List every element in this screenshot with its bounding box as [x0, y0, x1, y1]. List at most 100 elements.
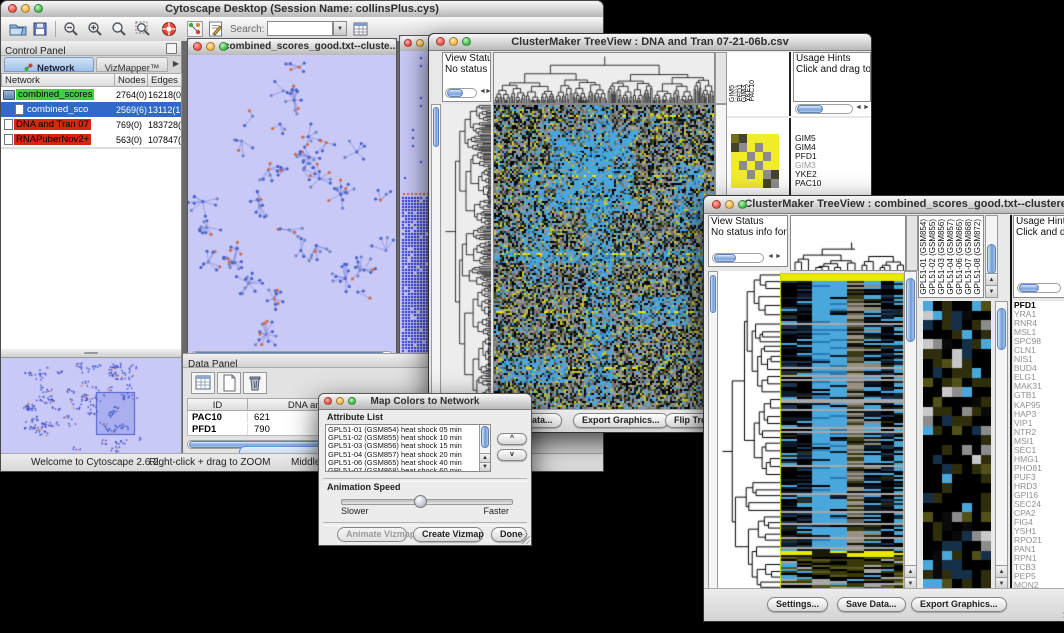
tv2-zoom-scrollbar[interactable]: ▲ ▼	[995, 301, 1008, 590]
treeview1-title-bar[interactable]: ClusterMaker TreeView : DNA and Tran 07-…	[429, 34, 871, 51]
matrix-cell[interactable]	[763, 170, 771, 179]
matrix-cell[interactable]	[731, 179, 739, 188]
data-col-id[interactable]: ID	[187, 398, 248, 411]
network-tool-icon[interactable]	[187, 21, 203, 37]
matrix-cell[interactable]	[739, 161, 747, 170]
close-button[interactable]	[324, 397, 332, 405]
help-icon[interactable]	[161, 21, 177, 37]
zoom-button[interactable]	[34, 4, 43, 13]
minimize-button[interactable]	[449, 37, 458, 46]
table-tool-icon[interactable]	[353, 21, 369, 37]
minimize-button[interactable]	[336, 397, 344, 405]
dialog-title-bar[interactable]: Map Colors to Network	[319, 394, 531, 410]
matrix-cell[interactable]	[747, 134, 755, 143]
scroll-right-icon[interactable]: ►	[775, 251, 782, 263]
matrix-cell[interactable]	[763, 152, 771, 161]
close-button[interactable]	[404, 39, 412, 47]
scroll-left-icon[interactable]: ◄	[767, 251, 774, 263]
tv2-heatmap-scrollbar[interactable]: ▲ ▼	[904, 271, 917, 590]
matrix-cell[interactable]	[755, 152, 763, 161]
zoom-button[interactable]	[462, 37, 471, 46]
close-button[interactable]	[436, 37, 445, 46]
minimize-button[interactable]	[206, 42, 215, 51]
tab-network[interactable]: Network	[4, 57, 94, 72]
usage-h-scrollbar[interactable]	[1017, 283, 1061, 293]
scroll-down-icon[interactable]: ▼	[480, 462, 490, 471]
network-tree-row[interactable]: combined_scores2764(0)16218(0)	[1, 87, 181, 102]
panel-splitter[interactable]	[1, 349, 181, 358]
minimize-button[interactable]	[416, 39, 424, 47]
v-scrollbar-thumb[interactable]	[987, 244, 996, 274]
zoom-button[interactable]	[738, 200, 747, 209]
v-scrollbar-thumb[interactable]	[481, 426, 489, 448]
open-file-icon[interactable]	[9, 22, 27, 36]
matrix-cell[interactable]	[771, 152, 779, 161]
search-dropdown-button[interactable]: ▼	[333, 21, 347, 36]
matrix-cell[interactable]	[755, 170, 763, 179]
tv2-left-scrollbar[interactable]	[708, 271, 718, 590]
h-scrollbar-thumb[interactable]	[797, 105, 823, 113]
close-button[interactable]	[193, 42, 202, 51]
zoom-button[interactable]	[219, 42, 228, 51]
matrix-cell[interactable]	[771, 143, 779, 152]
network-view-title-bar[interactable]: combined_scores_good.txt--cluste...	[188, 39, 396, 56]
network-tree-row[interactable]: combined_sco2569(6)13112(15)	[1, 102, 181, 117]
matrix-cell[interactable]	[771, 134, 779, 143]
scroll-up-icon[interactable]: ▲	[480, 453, 490, 462]
v-scrollbar-thumb[interactable]	[433, 107, 439, 147]
zoom-selected-icon[interactable]	[135, 21, 151, 37]
matrix-cell[interactable]	[755, 179, 763, 188]
usage-h-scrollbar[interactable]	[795, 104, 853, 114]
col-header-nodes[interactable]: Nodes	[114, 73, 148, 87]
attribute-listbox[interactable]: GPL51-01 (GSM854) heat shock 05 minGPL51…	[325, 424, 491, 472]
scroll-right-icon[interactable]: ►	[485, 86, 491, 98]
matrix-cell[interactable]	[771, 161, 779, 170]
h-scrollbar-thumb[interactable]	[1019, 284, 1039, 292]
matrix-cell[interactable]	[763, 143, 771, 152]
attribute-list-scrollbar[interactable]: ▲ ▼	[479, 425, 490, 471]
matrix-cell[interactable]	[747, 152, 755, 161]
matrix-cell[interactable]	[747, 143, 755, 152]
row-dendrogram-canvas[interactable]	[718, 271, 780, 589]
row-dendrogram-canvas[interactable]	[442, 104, 491, 411]
v-scrollbar-thumb[interactable]	[906, 278, 915, 342]
matrix-cell[interactable]	[771, 170, 779, 179]
scroll-up-icon[interactable]: ▲	[905, 565, 916, 577]
new-attribute-icon[interactable]	[217, 372, 241, 394]
annotation-tool-icon[interactable]	[208, 21, 224, 37]
save-data-button[interactable]: Save Data...	[837, 597, 906, 612]
matrix-cell[interactable]	[747, 179, 755, 188]
matrix-cell[interactable]	[763, 134, 771, 143]
birdseye-view-canvas[interactable]	[1, 358, 181, 456]
col-header-network[interactable]: Network	[1, 73, 115, 87]
matrix-cell[interactable]	[755, 143, 763, 152]
main-heatmap-canvas[interactable]	[493, 104, 715, 413]
pane-divider[interactable]	[1010, 215, 1012, 590]
matrix-cell[interactable]	[739, 143, 747, 152]
matrix-cell[interactable]	[747, 170, 755, 179]
create-vizmap-button[interactable]: Create Vizmap	[413, 527, 483, 542]
animation-speed-slider[interactable]	[341, 499, 513, 505]
search-input[interactable]	[267, 21, 333, 36]
close-button[interactable]	[8, 4, 17, 13]
tv1-left-scrollbar[interactable]	[431, 104, 441, 411]
col-header-edges[interactable]: Edges	[147, 73, 182, 87]
column-dendrogram-canvas[interactable]	[493, 52, 715, 104]
tab-vizmapper[interactable]: VizMapper™	[96, 57, 168, 72]
scroll-up-icon[interactable]: ▲	[996, 565, 1007, 577]
matrix-cell[interactable]	[731, 170, 739, 179]
zoom-fit-icon[interactable]	[111, 21, 127, 37]
matrix-cell[interactable]	[771, 179, 779, 188]
main-heatmap-canvas[interactable]	[780, 273, 904, 589]
view-status-h-scrollbar[interactable]	[712, 253, 764, 263]
matrix-cell[interactable]	[731, 134, 739, 143]
resize-grip[interactable]	[520, 534, 530, 544]
matrix-cell[interactable]	[747, 161, 755, 170]
h-scrollbar-thumb[interactable]	[714, 254, 736, 262]
v-scrollbar-thumb[interactable]	[997, 308, 1006, 350]
slider-thumb[interactable]	[414, 495, 427, 508]
close-button[interactable]	[712, 200, 721, 209]
matrix-cell[interactable]	[731, 152, 739, 161]
minimize-button[interactable]	[725, 200, 734, 209]
move-down-button[interactable]: v	[497, 449, 527, 461]
